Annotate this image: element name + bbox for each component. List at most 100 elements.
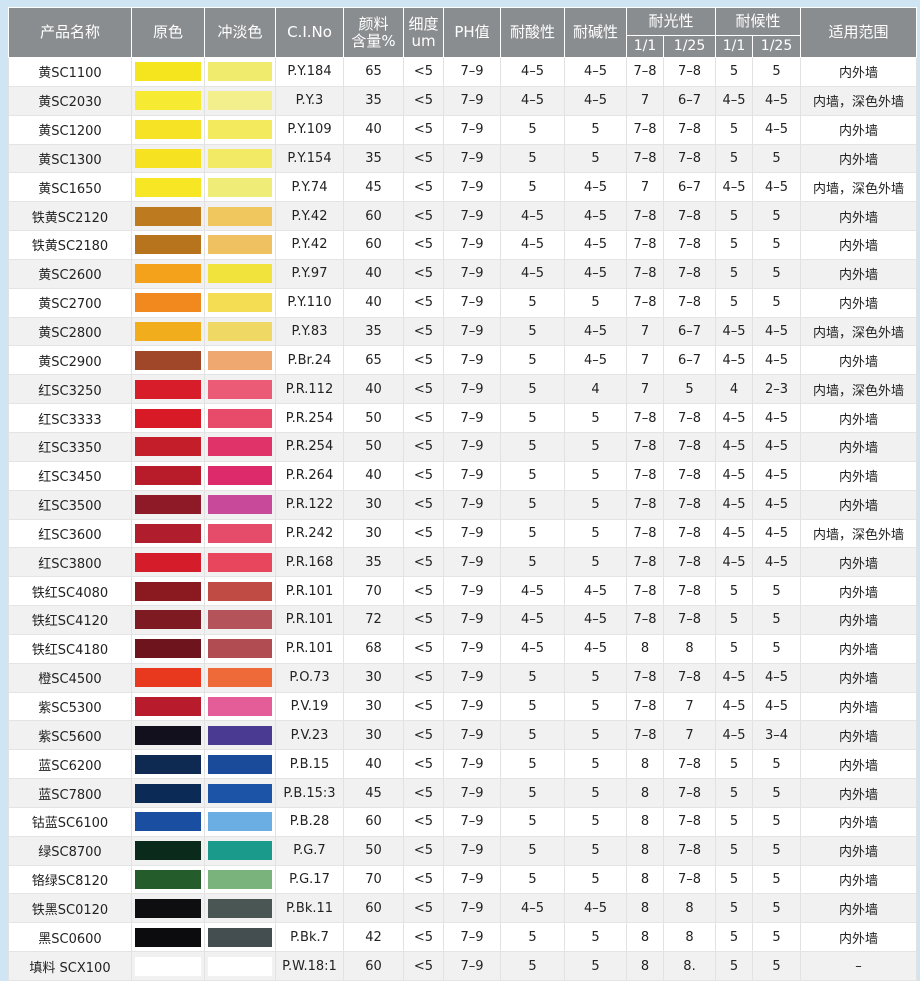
cell-acid-resistance: 4–5	[500, 86, 565, 116]
cell-weather-1-25: 5	[752, 922, 802, 953]
cell-mass-tone	[131, 115, 205, 145]
cell-mass-tone	[131, 922, 205, 953]
tint-tone-swatch	[208, 120, 272, 140]
tint-tone-swatch	[208, 927, 272, 947]
cell-ci-number: P.R.242	[275, 519, 344, 549]
cell-pigment-content: 30	[343, 519, 404, 549]
cell-application: 内外墙	[800, 403, 918, 433]
cell-acid-resistance: 5	[500, 115, 565, 145]
cell-light-1-25: 7–8	[662, 807, 717, 837]
cell-ph: 7–9	[443, 317, 501, 347]
cell-weather-1-1: 4–5	[715, 692, 754, 722]
cell-light-1-1: 7–8	[626, 605, 664, 635]
cell-pigment-content: 45	[343, 172, 404, 203]
mass-tone-swatch	[135, 322, 201, 342]
cell-fineness: <5	[403, 836, 444, 866]
cell-ci-number: P.Y.83	[275, 317, 344, 347]
cell-ph: 7–9	[443, 576, 501, 607]
cell-product-name: 铬绿SC8120	[8, 865, 132, 895]
tint-tone-swatch	[208, 293, 272, 313]
cell-light-1-1: 7	[626, 345, 664, 376]
cell-tint-tone	[204, 663, 276, 693]
cell-ci-number: P.V.19	[275, 692, 344, 722]
mass-tone-swatch	[135, 466, 201, 486]
table-row: 绿SC8700 P.G.7 50 <5 7–9 5 5 8 7–8 5 5 内外墙	[8, 836, 918, 866]
cell-mass-tone	[131, 259, 205, 289]
cell-mass-tone	[131, 345, 205, 376]
table-row: 黄SC1650 P.Y.74 45 <5 7–9 5 4–5 7 6–7 4–5 4–5 内墙，深色外…	[8, 172, 918, 203]
cell-acid-resistance: 5	[500, 778, 565, 808]
cell-weather-1-1: 4–5	[715, 663, 754, 693]
cell-light-1-1: 8	[626, 807, 664, 837]
cell-pigment-content: 35	[343, 547, 404, 578]
cell-weather-1-25: 4–5	[752, 86, 802, 116]
cell-weather-1-1: 4–5	[715, 317, 754, 347]
tint-tone-swatch	[208, 177, 272, 197]
cell-fineness: <5	[403, 432, 444, 462]
cell-weather-1-1: 4–5	[715, 547, 754, 578]
cell-fineness: <5	[403, 57, 444, 87]
cell-application: 内外墙	[800, 865, 918, 895]
cell-light-1-1: 7–8	[626, 519, 664, 549]
cell-weather-1-25: 4–5	[752, 317, 802, 347]
cell-tint-tone	[204, 519, 276, 549]
cell-pigment-content: 40	[343, 749, 404, 780]
cell-tint-tone	[204, 951, 276, 981]
cell-ph: 7–9	[443, 663, 501, 693]
cell-acid-resistance: 4–5	[500, 893, 565, 924]
tint-tone-swatch	[208, 350, 272, 370]
cell-fineness: <5	[403, 807, 444, 837]
mass-tone-swatch	[135, 235, 201, 255]
cell-mass-tone	[131, 230, 205, 260]
cell-alkali-resistance: 4–5	[564, 317, 627, 347]
header-weather-fastness: 耐候性	[715, 7, 802, 36]
cell-alkali-resistance: 5	[564, 115, 627, 145]
cell-ci-number: P.R.122	[275, 490, 344, 520]
cell-product-name: 蓝SC7800	[8, 778, 132, 808]
cell-fineness: <5	[403, 865, 444, 895]
cell-light-1-25: 7–8	[662, 201, 717, 232]
cell-weather-1-1: 5	[715, 922, 754, 953]
cell-light-1-1: 7	[626, 317, 664, 347]
cell-mass-tone	[131, 490, 205, 520]
cell-ph: 7–9	[443, 288, 501, 318]
cell-fineness: <5	[403, 403, 444, 433]
cell-ph: 7–9	[443, 403, 501, 433]
cell-product-name: 紫SC5300	[8, 692, 132, 722]
header-alkali-resistance: 耐碱性	[564, 7, 627, 58]
cell-light-1-1: 7	[626, 374, 664, 405]
cell-light-1-25: 7–8	[662, 461, 717, 491]
cell-pigment-content: 50	[343, 432, 404, 462]
cell-weather-1-25: 5	[752, 576, 802, 607]
cell-weather-1-25: 4–5	[752, 547, 802, 578]
mass-tone-swatch	[135, 62, 201, 82]
table-row: 钴蓝SC6100 P.B.28 60 <5 7–9 5 5 8 7–8 5 5 内外墙	[8, 807, 918, 837]
cell-light-1-25: 7–8	[662, 57, 717, 87]
table-row: 黄SC2600 P.Y.97 40 <5 7–9 4–5 4–5 7–8 7–8 5 5 内外墙	[8, 259, 918, 289]
cell-acid-resistance: 4–5	[500, 201, 565, 232]
cell-acid-resistance: 5	[500, 519, 565, 549]
cell-pigment-content: 40	[343, 374, 404, 405]
cell-acid-resistance: 4–5	[500, 230, 565, 260]
cell-tint-tone	[204, 144, 276, 174]
cell-ci-number: P.Y.110	[275, 288, 344, 318]
cell-ci-number: P.G.17	[275, 865, 344, 895]
cell-alkali-resistance: 4–5	[564, 345, 627, 376]
cell-mass-tone	[131, 201, 205, 232]
mass-tone-swatch	[135, 350, 201, 370]
tint-tone-swatch	[208, 581, 272, 601]
cell-product-name: 红SC3800	[8, 547, 132, 578]
cell-ph: 7–9	[443, 865, 501, 895]
cell-tint-tone	[204, 836, 276, 866]
cell-product-name: 黄SC1300	[8, 144, 132, 174]
cell-weather-1-25: 3–4	[752, 720, 802, 751]
cell-product-name: 黑SC0600	[8, 922, 132, 953]
mass-tone-swatch	[135, 956, 201, 976]
header-ci-number: C.I.No	[275, 7, 344, 58]
tint-tone-swatch	[208, 639, 272, 659]
cell-weather-1-1: 5	[715, 605, 754, 635]
cell-fineness: <5	[403, 951, 444, 981]
cell-tint-tone	[204, 749, 276, 780]
cell-ci-number: P.R.264	[275, 461, 344, 491]
cell-light-1-1: 7–8	[626, 576, 664, 607]
